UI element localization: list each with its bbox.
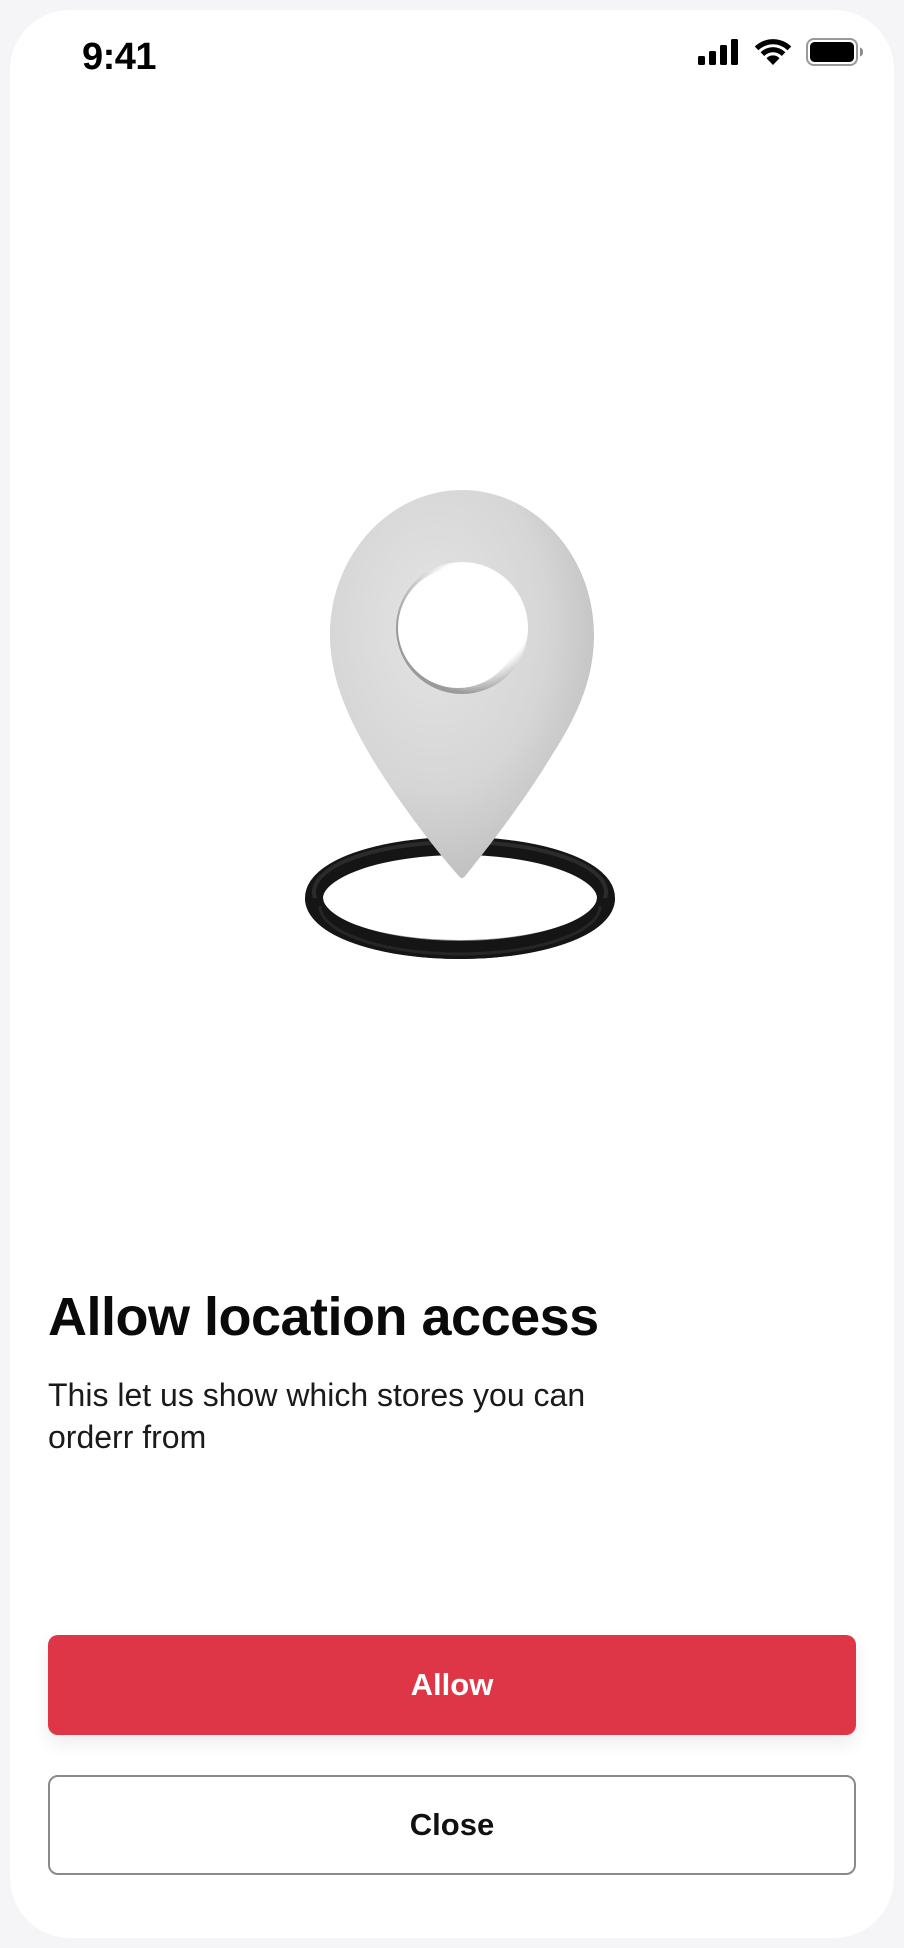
device-frame: 9:41 Allow location access This let us s… bbox=[0, 0, 904, 1948]
allow-button[interactable]: Allow bbox=[48, 1635, 856, 1735]
wifi-icon bbox=[754, 38, 792, 66]
page-title: Allow location access bbox=[48, 1287, 599, 1347]
status-time: 9:41 bbox=[82, 36, 157, 78]
cellular-signal-icon bbox=[698, 39, 740, 65]
page-subtitle: This let us show which stores you can or… bbox=[48, 1377, 586, 1455]
app-screen: 9:41 Allow location access This let us s… bbox=[10, 10, 894, 1938]
location-pin-illustration bbox=[290, 470, 630, 970]
battery-icon bbox=[806, 38, 864, 66]
status-icons bbox=[698, 38, 864, 66]
close-button[interactable]: Close bbox=[48, 1775, 856, 1875]
